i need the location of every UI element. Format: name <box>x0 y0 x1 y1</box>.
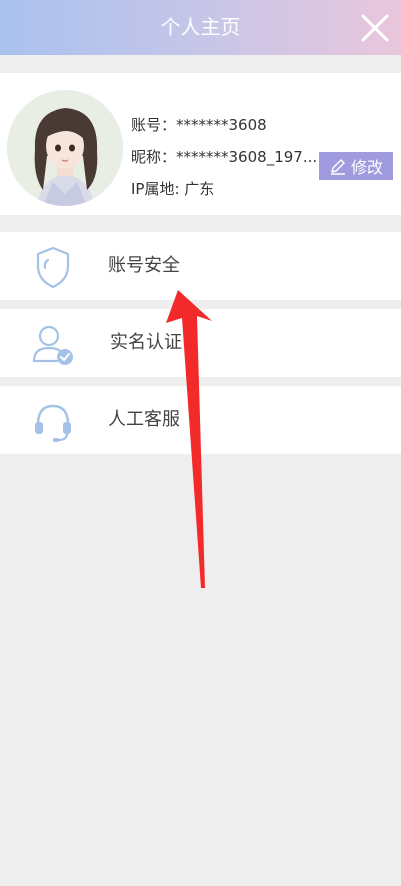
profile-card: 账号：*******3608 昵称：*******3608_197... IP属… <box>0 73 401 215</box>
account-label: 账号： <box>131 116 177 134</box>
menu-label-account-security: 账号安全 <box>108 255 180 276</box>
avatar[interactable] <box>7 90 123 206</box>
nickname-value: *******3608_197... <box>176 148 318 166</box>
ip-location-row: IP属地: 广东 <box>131 178 214 199</box>
pencil-icon <box>330 159 345 175</box>
edit-profile-button[interactable]: 修改 <box>319 152 393 180</box>
avatar-illustration <box>7 90 123 206</box>
nickname-label: 昵称： <box>131 148 177 166</box>
header-bar: 个人主页 <box>0 0 401 55</box>
page-title: 个人主页 <box>160 15 241 39</box>
user-verified-icon <box>30 321 76 367</box>
nickname-row: 昵称：*******3608_197... <box>131 146 317 167</box>
menu-item-customer-service[interactable]: 人工客服 <box>0 386 401 454</box>
menu-item-account-security[interactable]: 账号安全 <box>0 232 401 300</box>
menu-label-customer-service: 人工客服 <box>108 409 180 430</box>
ip-label: IP属地: <box>131 180 185 198</box>
ip-value: 广东 <box>184 180 215 198</box>
account-value: *******3608 <box>176 116 267 134</box>
close-button[interactable] <box>359 12 391 44</box>
edit-button-label: 修改 <box>350 158 383 177</box>
account-row: 账号：*******3608 <box>131 114 267 135</box>
menu-label-real-name-verification: 实名认证 <box>110 332 182 353</box>
menu-item-real-name-verification[interactable]: 实名认证 <box>0 309 401 377</box>
shield-icon <box>30 244 76 290</box>
headset-icon <box>30 398 76 444</box>
close-icon <box>361 14 389 42</box>
